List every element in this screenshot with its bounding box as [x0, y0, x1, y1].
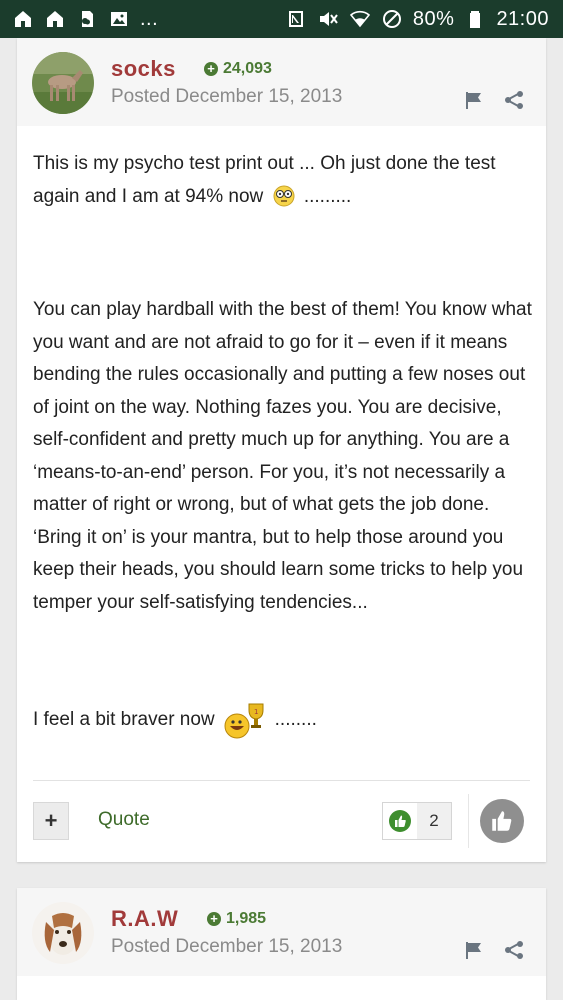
status-overflow: ...	[140, 7, 159, 30]
report-flag-icon[interactable]	[463, 89, 485, 111]
thumbs-up-reaction-icon	[383, 803, 417, 839]
report-flag-icon[interactable]	[463, 939, 485, 961]
reputation-count: 24,093	[223, 60, 272, 77]
share-icon[interactable]	[503, 89, 525, 111]
post-paragraph: This is my psycho test print out ... Oh …	[33, 148, 533, 213]
reputation-count: 1,985	[226, 910, 267, 927]
post-paragraph: You can play hardball with the best of t…	[33, 299, 532, 613]
post-divider	[33, 780, 530, 781]
reputation-badge: + 1,985	[207, 910, 266, 928]
sim-icon	[76, 8, 98, 30]
avatar[interactable]	[32, 902, 94, 964]
post-content: This is my psycho test print out ... Oh …	[33, 148, 533, 740]
reputation-plus-icon: +	[207, 912, 221, 926]
post-text-tail: ........	[274, 708, 317, 730]
wifi-icon	[349, 8, 371, 30]
share-icon[interactable]	[503, 939, 525, 961]
battery-percent: 80%	[412, 7, 455, 30]
reputation-badge: + 24,093	[204, 60, 272, 78]
author-name[interactable]: R.A.W	[111, 906, 178, 932]
post-text: I feel a bit braver now	[33, 708, 215, 730]
multiquote-button[interactable]: +	[33, 802, 69, 840]
post-header: R.A.W + 1,985 Posted December 15, 2013	[17, 888, 546, 976]
status-bar: ... 80% 21:00	[0, 0, 563, 38]
post-card: socks + 24,093 Posted December 15, 2013 …	[17, 38, 546, 862]
quote-button[interactable]: Quote	[98, 809, 150, 831]
post-paragraph: I feel a bit braver now 1 ........	[33, 700, 533, 740]
post-text: This is my psycho test print out ... Oh …	[33, 153, 496, 207]
author-name[interactable]: socks	[111, 56, 176, 82]
post-date[interactable]: Posted December 15, 2013	[111, 86, 342, 108]
image-icon	[108, 8, 130, 30]
do-not-disturb-icon	[381, 8, 403, 30]
post-header: socks + 24,093 Posted December 15, 2013	[17, 38, 546, 126]
nfc-icon	[285, 8, 307, 30]
mute-icon	[317, 8, 339, 30]
clock: 21:00	[496, 7, 549, 30]
home-icon	[44, 8, 66, 30]
reaction-summary[interactable]: 2	[382, 802, 452, 840]
post-card: R.A.W + 1,985 Posted December 15, 2013	[17, 888, 546, 1000]
avatar[interactable]	[32, 52, 94, 114]
svg-text:1: 1	[254, 708, 258, 716]
like-button[interactable]	[480, 799, 524, 843]
action-separator	[468, 794, 469, 848]
battery-icon	[464, 8, 486, 30]
status-bar-right: 80% 21:00	[285, 8, 549, 31]
reputation-plus-icon: +	[204, 62, 218, 76]
reaction-count: 2	[429, 811, 439, 830]
post-text-tail: .........	[303, 185, 352, 207]
nerd-emoji-icon	[273, 185, 295, 207]
status-bar-left: ...	[12, 8, 158, 31]
trophy-emoji-icon: 1	[221, 700, 269, 740]
home-icon	[12, 8, 34, 30]
thumbs-up-icon	[492, 811, 512, 831]
post-date[interactable]: Posted December 15, 2013	[111, 936, 342, 958]
